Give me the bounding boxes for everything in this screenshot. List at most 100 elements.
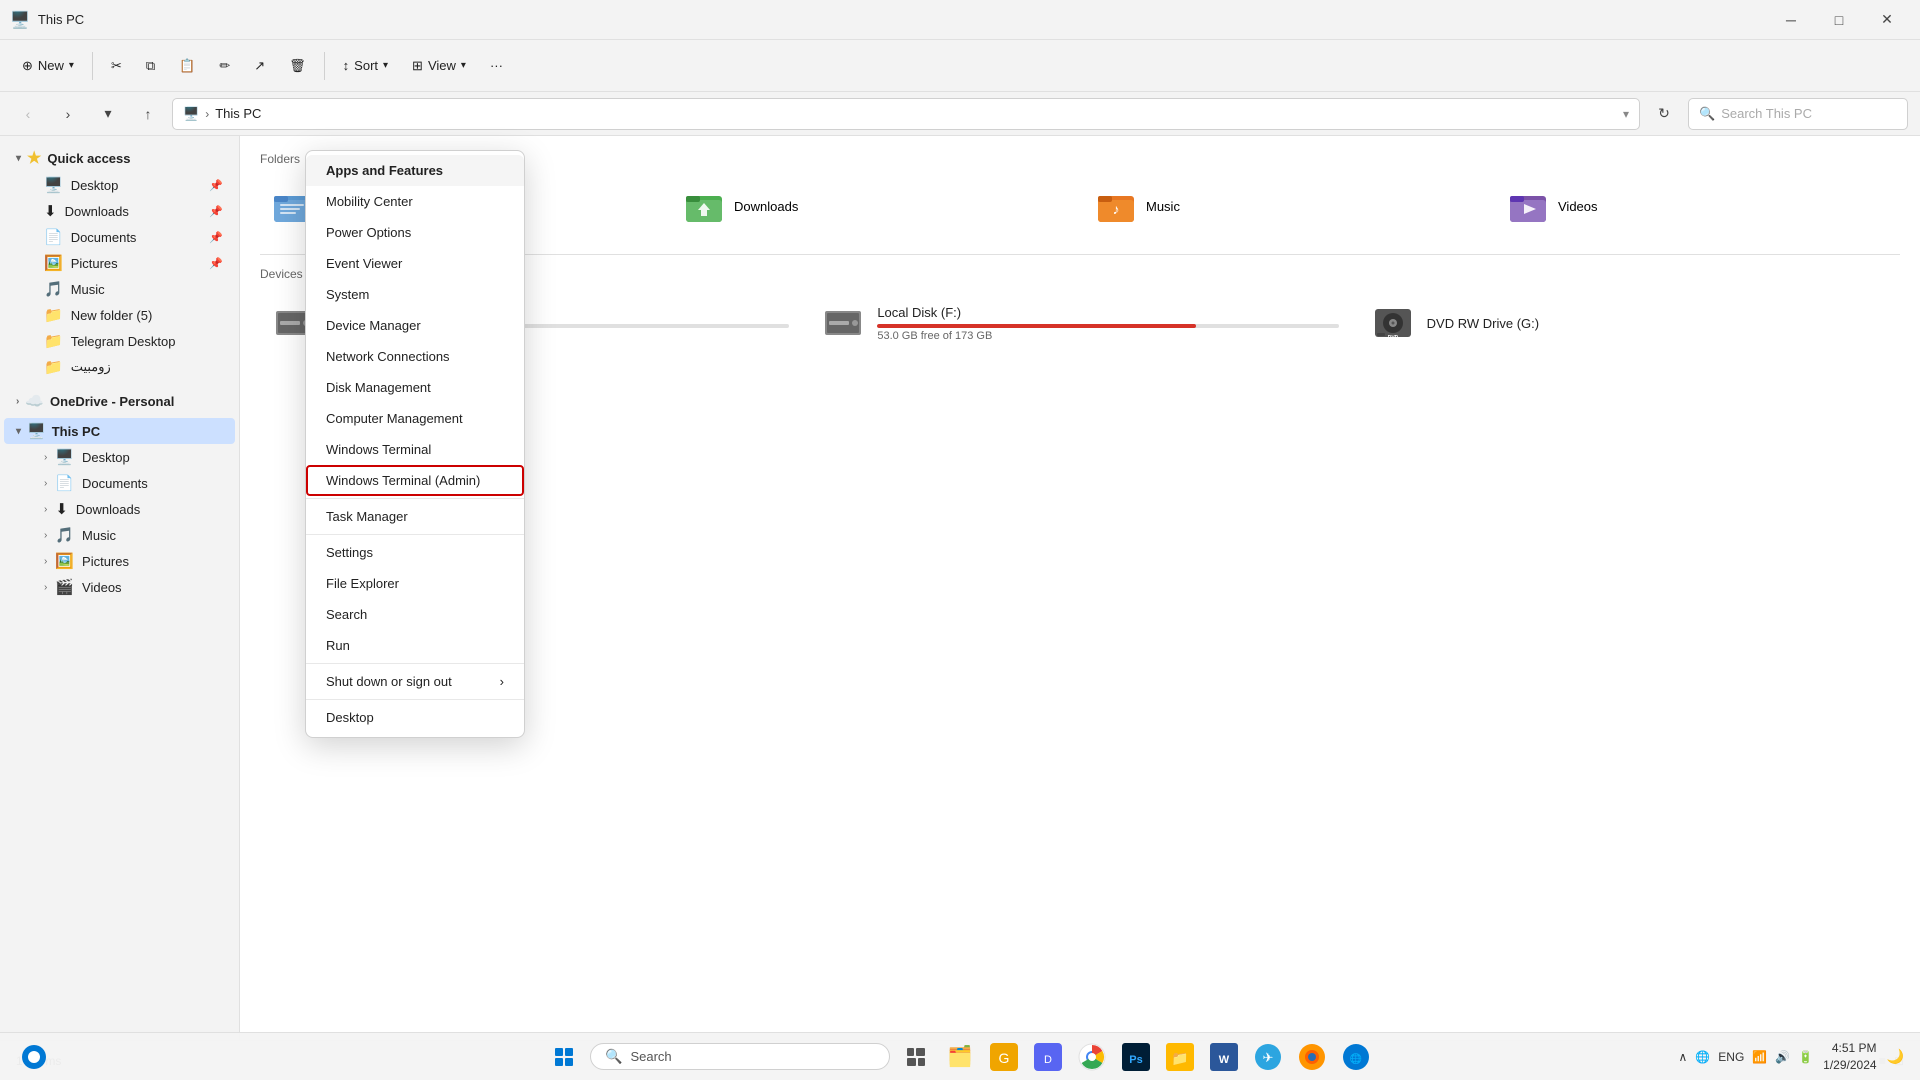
up-button[interactable]: ↑ [132,98,164,130]
menu-power-options[interactable]: Power Options [306,217,524,248]
sidebar-quick-access[interactable]: ▾ ★ Quick access [4,144,235,172]
this-pc-chevron: ▾ [16,426,21,437]
taskbar-photoshop[interactable]: Ps [1118,1039,1154,1075]
menu-run[interactable]: Run [306,630,524,661]
sidebar-item-zombit[interactable]: 📁 زومبيت [32,354,235,380]
tray-network-icon[interactable]: 🌐 [1695,1050,1710,1064]
toolbar-separator [92,52,93,80]
new-button[interactable]: ⊕ New ▾ [12,53,84,79]
refresh-button[interactable]: ↻ [1648,98,1680,130]
search-box[interactable]: 🔍 Search This PC [1688,98,1908,130]
menu-divider-2 [306,534,524,535]
taskbar-word[interactable]: W [1206,1039,1242,1075]
menu-windows-terminal-admin[interactable]: Windows Terminal (Admin) [306,465,524,496]
paste-button[interactable]: 📋 [169,53,205,79]
delete-button[interactable]: 🗑 [279,53,316,79]
this-pc-pictures[interactable]: › 🖼️ Pictures [32,548,235,574]
this-pc-documents[interactable]: › 📄 Documents [32,470,235,496]
toolbar-separator-2 [324,52,325,80]
svg-text:G: G [999,1050,1010,1066]
menu-item-label-10: Windows Terminal (Admin) [326,473,480,488]
sidebar-item-documents[interactable]: 📄 Documents 📌 [32,224,235,250]
taskbar-file-explorer[interactable]: 🗂️ [942,1039,978,1075]
taskbar-firefox[interactable] [1294,1039,1330,1075]
task-view-icon [906,1047,926,1067]
battery-icon[interactable]: 🔋 [1798,1050,1813,1064]
folder-music[interactable]: ♪ Music [1084,178,1488,234]
time-display[interactable]: 4:51 PM 1/29/2024 [1823,1040,1876,1074]
taskbar-search-box[interactable]: 🔍 Search [590,1043,890,1070]
taskbar-time: 4:51 PM [1823,1040,1876,1057]
notification-icon[interactable]: 🌙 [1887,1048,1904,1065]
menu-search[interactable]: Search [306,599,524,630]
sidebar-item-pictures[interactable]: 🖼️ Pictures 📌 [32,250,235,276]
menu-task-manager[interactable]: Task Manager [306,501,524,532]
more-button[interactable]: ··· [480,53,513,78]
taskbar-browser[interactable]: 🌐 [1338,1039,1374,1075]
this-pc-music[interactable]: › 🎵 Music [32,522,235,548]
taskbar-discord[interactable]: D [1030,1039,1066,1075]
cut-button[interactable]: ✂ [101,53,132,79]
copy-icon: ⧉ [146,58,155,74]
menu-mobility-center[interactable]: Mobility Center [306,186,524,217]
taskbar-app-1[interactable]: G [986,1039,1022,1075]
back-button[interactable]: ‹ [12,98,44,130]
menu-desktop[interactable]: Desktop [306,702,524,733]
wifi-icon[interactable]: 📶 [1752,1050,1767,1064]
menu-system[interactable]: System [306,279,524,310]
sidebar-item-new-folder[interactable]: 📁 New folder (5) [32,302,235,328]
this-pc-desktop[interactable]: › 🖥️ Desktop [32,444,235,470]
taskbar-telegram[interactable]: ✈ [1250,1039,1286,1075]
recent-locations-button[interactable]: ▾ [92,98,124,130]
copy-button[interactable]: ⧉ [136,53,165,79]
menu-file-explorer[interactable]: File Explorer [306,568,524,599]
forward-button[interactable]: › [52,98,84,130]
menu-event-viewer[interactable]: Event Viewer [306,248,524,279]
menu-device-manager[interactable]: Device Manager [306,310,524,341]
this-pc-downloads[interactable]: › ⬇ Downloads [32,496,235,522]
sidebar-item-downloads[interactable]: ⬇ Downloads 📌 [32,198,235,224]
menu-settings[interactable]: Settings [306,537,524,568]
menu-shutdown[interactable]: Shut down or sign out › [306,666,524,697]
menu-item-label-12: Settings [326,545,373,560]
menu-computer-management[interactable]: Computer Management [306,403,524,434]
sidebar-item-desktop[interactable]: 🖥️ Desktop 📌 [32,172,235,198]
close-button[interactable]: ✕ [1864,4,1910,36]
menu-windows-terminal[interactable]: Windows Terminal [306,434,524,465]
device-local-f[interactable]: Local Disk (F:) 53.0 GB free of 173 GB [809,293,1350,353]
sort-button[interactable]: ↕ Sort ▾ [333,53,398,78]
taskbar-chrome[interactable] [1074,1039,1110,1075]
menu-apps-features[interactable]: Apps and Features [306,155,524,186]
music-icon: 🎵 [44,280,63,298]
address-bar[interactable]: 🖥️ › This PC ▾ [172,98,1640,130]
photoshop-icon: Ps [1122,1043,1150,1071]
maximize-button[interactable]: □ [1816,4,1862,36]
rename-button[interactable]: ✏ [209,53,240,79]
share-button[interactable]: ↗ [244,53,275,79]
folder-videos[interactable]: Videos [1496,178,1900,234]
device-f-progress [877,324,1338,328]
sidebar-item-telegram[interactable]: 📁 Telegram Desktop [32,328,235,354]
sidebar-onedrive[interactable]: › ☁️ OneDrive - Personal [4,388,235,414]
taskbar-start-button[interactable] [546,1039,582,1075]
volume-icon[interactable]: 🔊 [1775,1050,1790,1064]
sidebar: ▾ ★ Quick access 🖥️ Desktop 📌 ⬇ Download… [0,136,240,1040]
language-indicator[interactable]: ENG [1718,1050,1744,1064]
menu-item-label-3: Event Viewer [326,256,402,271]
menu-network-connections[interactable]: Network Connections [306,341,524,372]
sidebar-this-pc[interactable]: ▾ 🖥️ This PC [4,418,235,444]
menu-disk-management[interactable]: Disk Management [306,372,524,403]
taskbar-cortana-icon[interactable] [16,1039,52,1075]
taskbar-task-view[interactable] [898,1039,934,1075]
tray-arrow-icon[interactable]: ∧ [1679,1050,1688,1064]
taskbar-right: ∧ 🌐 ENG 📶 🔊 🔋 4:51 PM 1/29/2024 🌙 [1679,1040,1904,1074]
documents-icon: 📄 [44,228,63,246]
device-dvd-g[interactable]: DVD DVD RW Drive (G:) [1359,293,1900,353]
taskbar: 🔍 Search 🗂️ G D [0,1032,1920,1080]
this-pc-videos[interactable]: › 🎬 Videos [32,574,235,600]
taskbar-files[interactable]: 📁 [1162,1039,1198,1075]
view-button[interactable]: ⊞ View ▾ [402,53,476,79]
folder-downloads[interactable]: Downloads [672,178,1076,234]
sidebar-item-music[interactable]: 🎵 Music [32,276,235,302]
minimize-button[interactable]: ─ [1768,4,1814,36]
